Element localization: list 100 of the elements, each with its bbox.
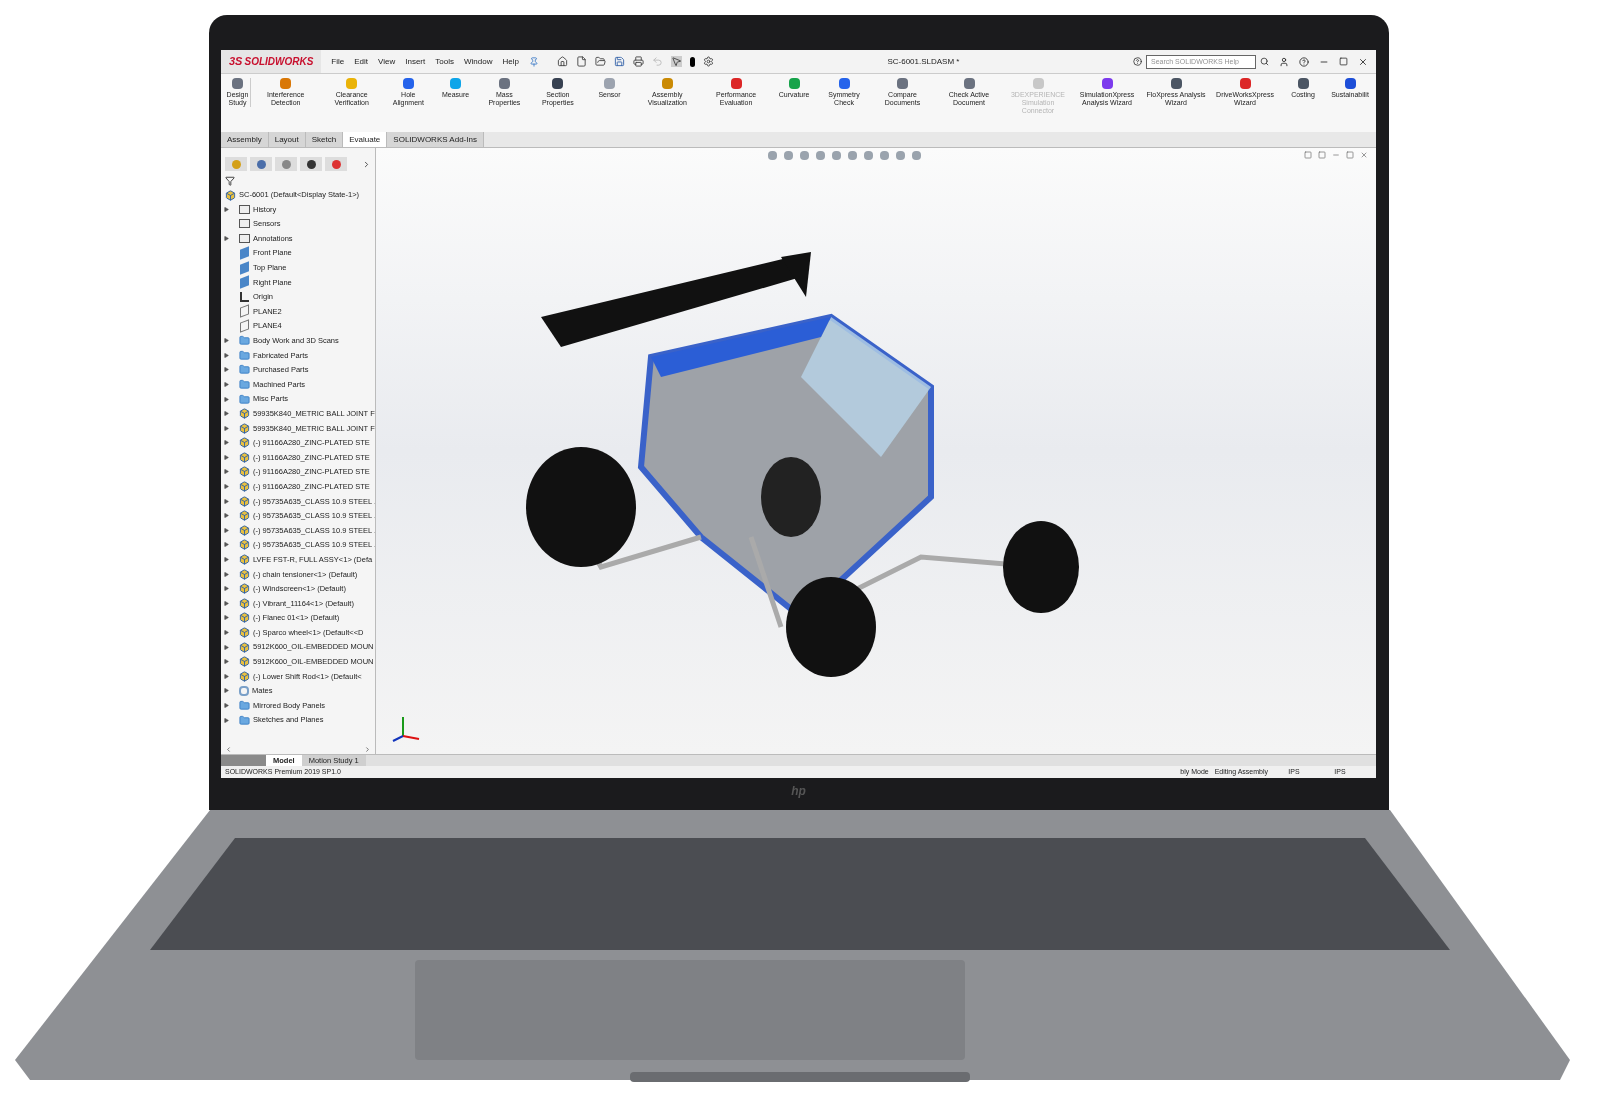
tool-icon (604, 78, 615, 89)
menu-item[interactable]: Insert (405, 55, 426, 68)
home-icon[interactable] (556, 56, 568, 67)
menu-item[interactable]: View (378, 55, 396, 68)
tool-icon (1032, 78, 1044, 89)
expand-arrow-icon[interactable] (224, 411, 229, 417)
expand-arrow-icon[interactable] (224, 586, 229, 592)
assembly-icon (239, 510, 250, 522)
menu-item[interactable]: Tools (435, 55, 454, 68)
assembly-icon (239, 495, 250, 507)
expand-arrow-icon[interactable] (224, 425, 229, 431)
filter-icon[interactable] (225, 176, 235, 186)
expand-arrow-icon[interactable] (224, 571, 229, 577)
command-tab[interactable]: Evaluate (343, 132, 388, 147)
help-icon[interactable] (1299, 56, 1309, 67)
origin-icon (240, 291, 249, 302)
new-file-icon[interactable] (575, 56, 587, 67)
tool-icon (1239, 78, 1251, 89)
expand-arrow-icon[interactable] (224, 513, 229, 519)
plane-icon (240, 246, 249, 260)
command-tab[interactable]: Assembly (221, 132, 269, 147)
assembly-icon (239, 422, 250, 434)
expand-arrow-icon[interactable] (224, 644, 229, 650)
assembly-icon (239, 597, 250, 609)
open-folder-icon[interactable] (594, 56, 606, 67)
tile-icon[interactable] (1318, 151, 1326, 159)
expand-arrow-icon[interactable] (224, 673, 229, 679)
expand-arrow-icon[interactable] (224, 703, 229, 708)
plane-icon (240, 275, 249, 289)
expand-arrow-icon[interactable] (224, 688, 229, 694)
command-tab[interactable]: SOLIDWORKS Add-Ins (387, 132, 484, 147)
expand-arrow-icon[interactable] (224, 381, 229, 387)
expand-arrow-icon[interactable] (224, 557, 229, 563)
tool-icon (730, 78, 742, 89)
tab-scroll-bar[interactable] (221, 755, 266, 766)
expand-arrow-icon[interactable] (224, 352, 229, 358)
expand-arrow-icon[interactable] (224, 600, 229, 606)
tile-icon[interactable] (1304, 151, 1312, 159)
tool-icon (232, 78, 243, 89)
settings-icon[interactable] (702, 56, 714, 67)
expand-arrow-icon[interactable] (224, 338, 229, 344)
logo-text: SOLIDWORKS (244, 55, 314, 69)
user-icon[interactable] (1279, 56, 1289, 67)
expand-arrow-icon[interactable] (224, 630, 229, 635)
menu-item[interactable]: File (331, 55, 345, 68)
expand-arrow-icon[interactable] (224, 469, 229, 475)
close-icon[interactable] (1358, 56, 1368, 67)
menu-item[interactable]: Window (463, 55, 493, 68)
tool-icon (897, 78, 908, 89)
assembly-icon (239, 481, 250, 493)
expand-arrow-icon[interactable] (224, 367, 229, 373)
tool-icon (838, 78, 850, 89)
pointer-icon[interactable] (670, 56, 682, 67)
assembly-icon (239, 408, 250, 420)
command-tab[interactable]: Layout (268, 132, 306, 147)
logo-mark: 3S (229, 54, 243, 70)
mates-icon (239, 685, 249, 696)
assembly-icon (225, 189, 236, 201)
menu-item[interactable]: Edit (354, 55, 369, 68)
pin-icon[interactable] (528, 56, 539, 67)
expand-arrow-icon[interactable] (224, 440, 229, 446)
search-icon (1260, 57, 1269, 66)
expand-arrow-icon[interactable] (224, 542, 229, 548)
expand-arrow-icon[interactable] (224, 396, 229, 402)
assembly-icon (239, 641, 250, 653)
panel-tab-icon[interactable] (300, 157, 322, 171)
command-tab[interactable]: Sketch (305, 132, 344, 147)
axis-triad-icon (391, 714, 421, 742)
expand-arrow-icon[interactable] (224, 484, 229, 490)
assembly-icon (239, 466, 250, 478)
save-icon[interactable] (613, 56, 625, 67)
tool-icon (1101, 78, 1113, 89)
chevron-right-icon[interactable] (362, 159, 371, 169)
expand-arrow-icon[interactable] (224, 659, 229, 665)
tool-icon (402, 78, 414, 89)
expand-arrow-icon[interactable] (224, 498, 229, 504)
restore-icon[interactable] (1339, 57, 1348, 66)
assembly-icon (239, 627, 250, 638)
laptop-logo: hp (791, 783, 806, 800)
scroll-left-icon[interactable] (225, 745, 232, 753)
tool-icon (280, 78, 292, 89)
expand-arrow-icon[interactable] (224, 615, 229, 621)
scroll-right-icon[interactable] (364, 745, 371, 753)
window-title: SC-6001.SLDASM * (886, 55, 961, 68)
expand-arrow-icon[interactable] (224, 206, 229, 212)
assembly-icon (239, 437, 250, 449)
printer-icon[interactable] (632, 56, 644, 67)
expand-arrow-icon[interactable] (224, 454, 229, 460)
menu-item[interactable]: Help (502, 55, 519, 68)
assembly-icon (239, 554, 250, 566)
tool-icon (1344, 78, 1356, 89)
tool-icon (661, 78, 673, 89)
expand-arrow-icon[interactable] (224, 236, 229, 241)
tool-icon (552, 78, 564, 89)
assembly-icon (239, 583, 250, 595)
tool-icon (963, 78, 975, 89)
tool-icon (346, 78, 358, 89)
expand-arrow-icon[interactable] (224, 717, 229, 723)
help-icon (1133, 57, 1142, 66)
expand-arrow-icon[interactable] (224, 527, 229, 533)
